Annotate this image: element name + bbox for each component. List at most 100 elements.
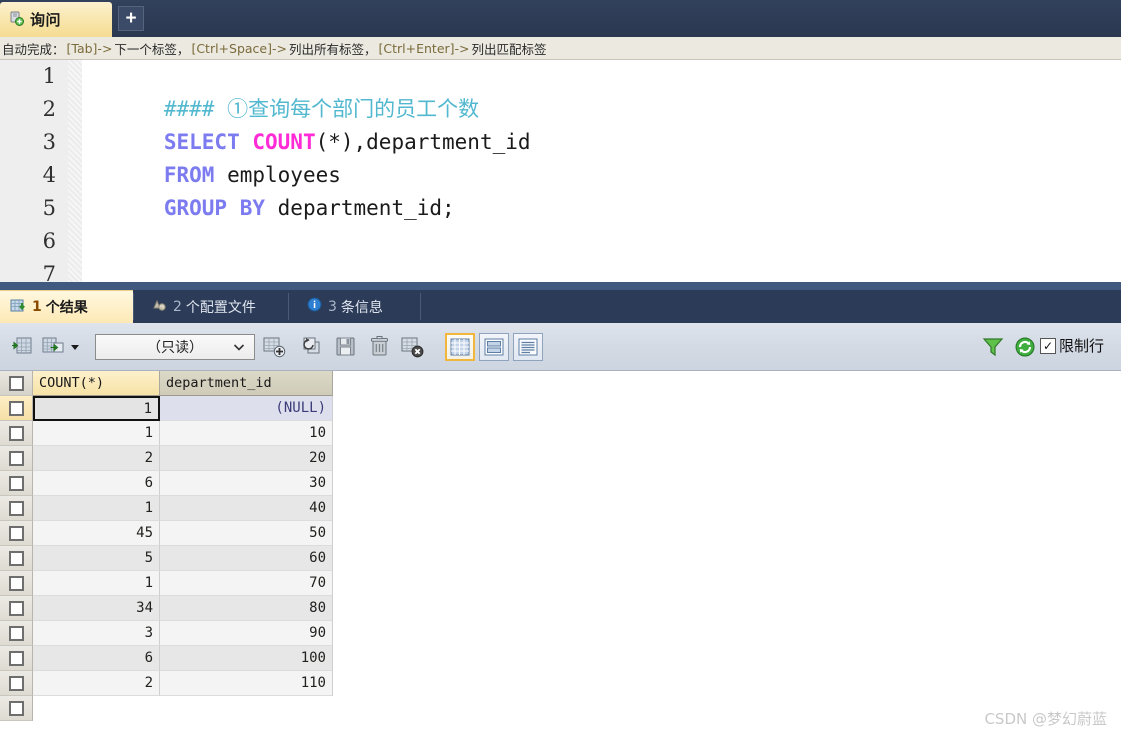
row-select-cell[interactable] [0, 621, 33, 646]
tab-profiles-count: 2 [173, 298, 182, 315]
tab-query[interactable]: 询问 [0, 2, 112, 37]
tab-messages[interactable]: 3 条信息 [295, 290, 420, 323]
grid-mode-select[interactable]: （只读） [95, 334, 255, 360]
table-row[interactable]: 1 40 [0, 496, 1121, 521]
code-text: department_id; [265, 196, 455, 220]
filter-icon[interactable] [980, 334, 1006, 360]
limit-rows-checkbox[interactable]: ✓ [1040, 337, 1056, 354]
table-row[interactable]: 3 90 [0, 621, 1121, 646]
row-select-cell[interactable] [0, 396, 33, 421]
table-row[interactable]: 1 10 [0, 421, 1121, 446]
table-row[interactable]: 1 (NULL) [0, 396, 1121, 421]
cell-count[interactable]: 2 [33, 671, 160, 696]
cell-count[interactable]: 5 [33, 546, 160, 571]
row-select-cell[interactable] [0, 546, 33, 571]
cell-count[interactable]: 1 [33, 421, 160, 446]
results-data-grid[interactable]: COUNT(*) department_id 1 (NULL) 1 10 2 2… [0, 371, 1121, 737]
table-row[interactable]: 45 50 [0, 521, 1121, 546]
add-row-icon[interactable] [262, 334, 288, 360]
results-panel-top-border [0, 282, 1121, 290]
row-select-cell[interactable] [0, 446, 33, 471]
sql-editor[interactable]: 1 2 3 4 5 6 7 #### ①查询每个部门的员工个数 SELECT C… [0, 60, 1121, 282]
select-all-checkbox[interactable] [8, 375, 24, 391]
form-view-toggle[interactable] [479, 333, 509, 361]
cell-count[interactable]: 6 [33, 471, 160, 496]
column-header-department-id[interactable]: department_id [160, 371, 333, 396]
row-checkbox[interactable] [8, 400, 24, 416]
row-checkbox[interactable] [8, 600, 24, 616]
table-row[interactable]: 6 100 [0, 646, 1121, 671]
grid-view-toggle[interactable] [445, 333, 475, 361]
profile-icon [151, 296, 168, 317]
cell-department-id[interactable]: 100 [160, 646, 333, 671]
text-view-toggle[interactable] [513, 333, 543, 361]
tab-results-label: 个结果 [45, 300, 88, 316]
cell-department-id[interactable]: 50 [160, 521, 333, 546]
cell-department-id[interactable]: (NULL) [160, 396, 333, 421]
table-row[interactable]: 2 20 [0, 446, 1121, 471]
cell-department-id[interactable]: 110 [160, 671, 333, 696]
cell-count[interactable]: 34 [33, 596, 160, 621]
line-number: 3 [42, 130, 56, 154]
grid-icon [450, 338, 470, 356]
cell-department-id[interactable]: 30 [160, 471, 333, 496]
tab-query-label: 询问 [30, 11, 62, 29]
row-select-cell[interactable] [0, 696, 33, 721]
cell-count[interactable]: 45 [33, 521, 160, 546]
table-row[interactable]: 5 60 [0, 546, 1121, 571]
row-checkbox[interactable] [8, 575, 24, 591]
cell-department-id[interactable]: 90 [160, 621, 333, 646]
hint-key-1: [Ctrl+Space]-> [191, 40, 287, 56]
cell-department-id[interactable]: 60 [160, 546, 333, 571]
row-checkbox[interactable] [8, 450, 24, 466]
cell-department-id[interactable]: 10 [160, 421, 333, 446]
row-select-cell[interactable] [0, 646, 33, 671]
table-row[interactable]: 6 30 [0, 471, 1121, 496]
row-checkbox[interactable] [8, 425, 24, 441]
row-checkbox[interactable] [8, 550, 24, 566]
row-select-cell[interactable] [0, 596, 33, 621]
cell-count[interactable]: 1 [33, 396, 160, 421]
dropdown-arrow-icon[interactable] [68, 334, 82, 360]
row-checkbox[interactable] [8, 700, 24, 716]
cell-count[interactable]: 3 [33, 621, 160, 646]
import-grid-icon[interactable] [8, 334, 34, 360]
cell-department-id[interactable]: 70 [160, 571, 333, 596]
row-select-cell[interactable] [0, 671, 33, 696]
row-checkbox[interactable] [8, 625, 24, 641]
table-row[interactable]: 34 80 [0, 596, 1121, 621]
revert-row-icon[interactable] [299, 334, 325, 360]
sql-code-area[interactable]: #### ①查询每个部门的员工个数 SELECT COUNT(*),depart… [88, 60, 1118, 282]
row-checkbox[interactable] [8, 500, 24, 516]
cell-department-id[interactable]: 20 [160, 446, 333, 471]
row-checkbox[interactable] [8, 525, 24, 541]
table-row[interactable]: 2 110 [0, 671, 1121, 696]
row-select-cell[interactable] [0, 521, 33, 546]
cell-count[interactable]: 1 [33, 571, 160, 596]
row-select-cell[interactable] [0, 571, 33, 596]
tab-profiles[interactable]: 2 个配置文件 [140, 290, 288, 323]
row-checkbox[interactable] [8, 675, 24, 691]
new-tab-button[interactable]: + [118, 6, 144, 31]
row-checkbox[interactable] [8, 650, 24, 666]
export-grid-icon[interactable] [40, 334, 66, 360]
row-select-cell[interactable] [0, 471, 33, 496]
row-checkbox[interactable] [8, 475, 24, 491]
cell-department-id[interactable]: 80 [160, 596, 333, 621]
column-header-count[interactable]: COUNT(*) [33, 371, 160, 396]
table-row[interactable]: 1 70 [0, 571, 1121, 596]
tab-results[interactable]: 1 个结果 [0, 290, 133, 323]
select-all-cell[interactable] [0, 371, 33, 396]
delete-row-icon[interactable] [367, 334, 393, 360]
grid-header-row: COUNT(*) department_id [0, 371, 1121, 396]
row-select-cell[interactable] [0, 496, 33, 521]
discard-changes-icon[interactable] [400, 334, 426, 360]
save-changes-icon[interactable] [333, 334, 359, 360]
cell-count[interactable]: 6 [33, 646, 160, 671]
limit-rows-control[interactable]: ✓ 限制行 [1040, 335, 1104, 356]
row-select-cell[interactable] [0, 421, 33, 446]
cell-department-id[interactable]: 40 [160, 496, 333, 521]
cell-count[interactable]: 2 [33, 446, 160, 471]
refresh-icon[interactable] [1012, 334, 1038, 360]
cell-count[interactable]: 1 [33, 496, 160, 521]
